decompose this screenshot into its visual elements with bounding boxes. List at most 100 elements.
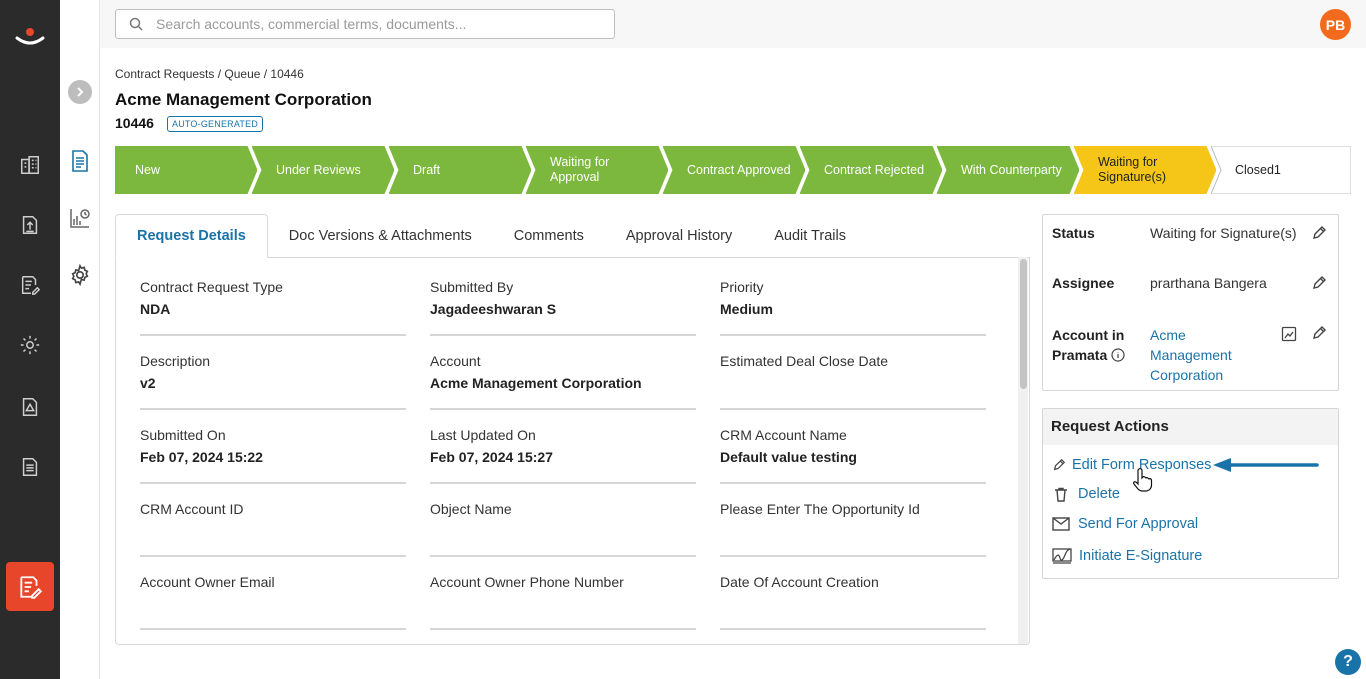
field-label: Submitted By xyxy=(430,279,514,295)
stage-closed1: Closed1 xyxy=(1211,146,1351,194)
info-icon[interactable] xyxy=(1111,348,1125,362)
field-label: CRM Account Name xyxy=(720,427,847,443)
initiate-e-signature-button[interactable]: Initiate E-Signature xyxy=(1052,548,1202,564)
scrollbar-thumb[interactable] xyxy=(1020,259,1027,389)
stage-new: New xyxy=(115,146,257,194)
assignee-value: prarthana Bangera xyxy=(1150,275,1267,291)
analytics-nav-icon[interactable] xyxy=(68,206,92,230)
send-for-approval-button[interactable]: Send For Approval xyxy=(1052,516,1198,532)
field-value xyxy=(140,523,406,541)
field-label: Submitted On xyxy=(140,427,226,443)
request-actions-panel: Request Actions Edit Form Responses Dele… xyxy=(1042,408,1339,579)
breadcrumb[interactable]: Contract Requests / Queue / 10446 xyxy=(115,67,304,81)
field-description: Description v2 xyxy=(140,353,406,410)
field-account-owner-email: Account Owner Email xyxy=(140,574,406,630)
expand-sidebar-button[interactable] xyxy=(68,80,92,104)
report-document-icon[interactable] xyxy=(18,455,42,479)
status-value: Waiting for Signature(s) xyxy=(1150,225,1297,241)
field-label: Last Updated On xyxy=(430,427,536,443)
page-title: Acme Management Corporation xyxy=(115,90,372,109)
contract-requests-icon[interactable] xyxy=(6,562,54,611)
account-label-line2: Pramata xyxy=(1052,347,1108,363)
field-priority: Priority Medium xyxy=(720,279,986,336)
accounts-icon[interactable] xyxy=(18,153,42,177)
app-rail xyxy=(0,0,60,679)
user-avatar[interactable]: PB xyxy=(1320,9,1351,40)
settings-nav-icon[interactable] xyxy=(68,263,92,287)
field-label: Account xyxy=(430,353,481,369)
tab-approval-history[interactable]: Approval History xyxy=(605,214,753,258)
chevron-right-icon xyxy=(77,87,84,97)
open-account-icon[interactable] xyxy=(1281,326,1297,342)
field-opportunity-id: Please Enter The Opportunity Id xyxy=(720,501,986,557)
field-label: Please Enter The Opportunity Id xyxy=(720,501,920,517)
field-value: v2 xyxy=(140,375,156,391)
field-value xyxy=(430,523,696,541)
field-value xyxy=(720,523,986,541)
edit-status-pencil-icon[interactable] xyxy=(1311,225,1327,241)
alert-document-icon[interactable] xyxy=(18,395,42,419)
assignee-label: Assignee xyxy=(1052,275,1115,291)
stage-label: Waiting for Signature(s) xyxy=(1098,155,1167,184)
assignee-row: Assignee xyxy=(1052,275,1114,291)
field-value xyxy=(720,596,986,614)
upload-document-icon[interactable] xyxy=(18,213,42,237)
edit-account-pencil-icon[interactable] xyxy=(1311,325,1327,341)
initiate-e-signature-label: Initiate E-Signature xyxy=(1079,548,1203,564)
field-estimated-deal-close-date: Estimated Deal Close Date xyxy=(720,353,986,410)
search-input[interactable] xyxy=(156,16,596,32)
field-account-owner-phone: Account Owner Phone Number xyxy=(430,574,696,630)
delete-button[interactable]: Delete xyxy=(1054,486,1120,502)
stage-label: Under Reviews xyxy=(276,162,361,177)
field-submitted-by: Submitted By Jagadeeshwaran S xyxy=(430,279,696,336)
field-value xyxy=(430,596,696,614)
stage-contract-rejected: Contract Rejected xyxy=(800,146,942,194)
field-value xyxy=(140,596,406,614)
account-label-line1: Account in xyxy=(1052,327,1125,343)
status-panel: Status Waiting for Signature(s) Assignee… xyxy=(1042,214,1339,391)
field-submitted-on: Submitted On Feb 07, 2024 15:22 xyxy=(140,427,406,484)
stage-label: With Counterparty xyxy=(961,162,1062,177)
tab-request-details[interactable]: Request Details xyxy=(115,214,268,258)
tab-doc-versions[interactable]: Doc Versions & Attachments xyxy=(268,214,493,258)
request-details-nav-icon[interactable] xyxy=(68,149,92,173)
settings-cog-icon[interactable] xyxy=(18,333,42,357)
field-label: Contract Request Type xyxy=(140,279,283,295)
field-label: Priority xyxy=(720,279,764,295)
account-link[interactable]: Acme Management Corporation xyxy=(1150,325,1260,385)
field-date-of-account-creation: Date Of Account Creation xyxy=(720,574,986,630)
status-label: Status xyxy=(1052,225,1095,241)
envelope-icon xyxy=(1052,517,1070,531)
field-value: Default value testing xyxy=(720,449,857,465)
tab-audit-trails[interactable]: Audit Trails xyxy=(753,214,867,258)
trash-icon xyxy=(1055,487,1067,502)
e-signature-icon xyxy=(1052,548,1072,564)
hand-cursor-icon xyxy=(1133,467,1153,492)
stage-label: Waiting for Approval xyxy=(550,155,610,184)
field-label: CRM Account ID xyxy=(140,501,244,517)
field-label: Description xyxy=(140,353,211,369)
field-value: Jagadeeshwaran S xyxy=(430,301,557,317)
field-account: Account Acme Management Corporation xyxy=(430,353,696,410)
details-scrollbar[interactable] xyxy=(1018,257,1028,644)
field-value: Feb 07, 2024 15:22 xyxy=(140,449,263,465)
field-label: Account Owner Phone Number xyxy=(430,574,624,590)
stage-label: Closed1 xyxy=(1235,162,1281,177)
field-value: Acme Management Corporation xyxy=(430,375,642,391)
stage-under-reviews: Under Reviews xyxy=(252,146,394,194)
stage-waiting-for-approval: Waiting for Approval xyxy=(526,146,668,194)
edit-assignee-pencil-icon[interactable] xyxy=(1311,275,1327,291)
edit-document-icon[interactable] xyxy=(18,273,42,297)
secondary-rail xyxy=(60,0,100,679)
tab-comments[interactable]: Comments xyxy=(493,214,605,258)
brand-logo[interactable] xyxy=(14,24,46,52)
edit-form-responses-button[interactable]: Edit Form Responses xyxy=(1052,457,1211,473)
field-crm-account-id: CRM Account ID xyxy=(140,501,406,557)
stage-label: Draft xyxy=(413,162,441,177)
field-value xyxy=(720,375,986,393)
field-object-name: Object Name xyxy=(430,501,696,557)
global-search[interactable] xyxy=(115,9,615,39)
help-button[interactable]: ? xyxy=(1335,649,1361,675)
stage-label: Contract Rejected xyxy=(824,162,925,177)
search-icon xyxy=(116,17,156,31)
